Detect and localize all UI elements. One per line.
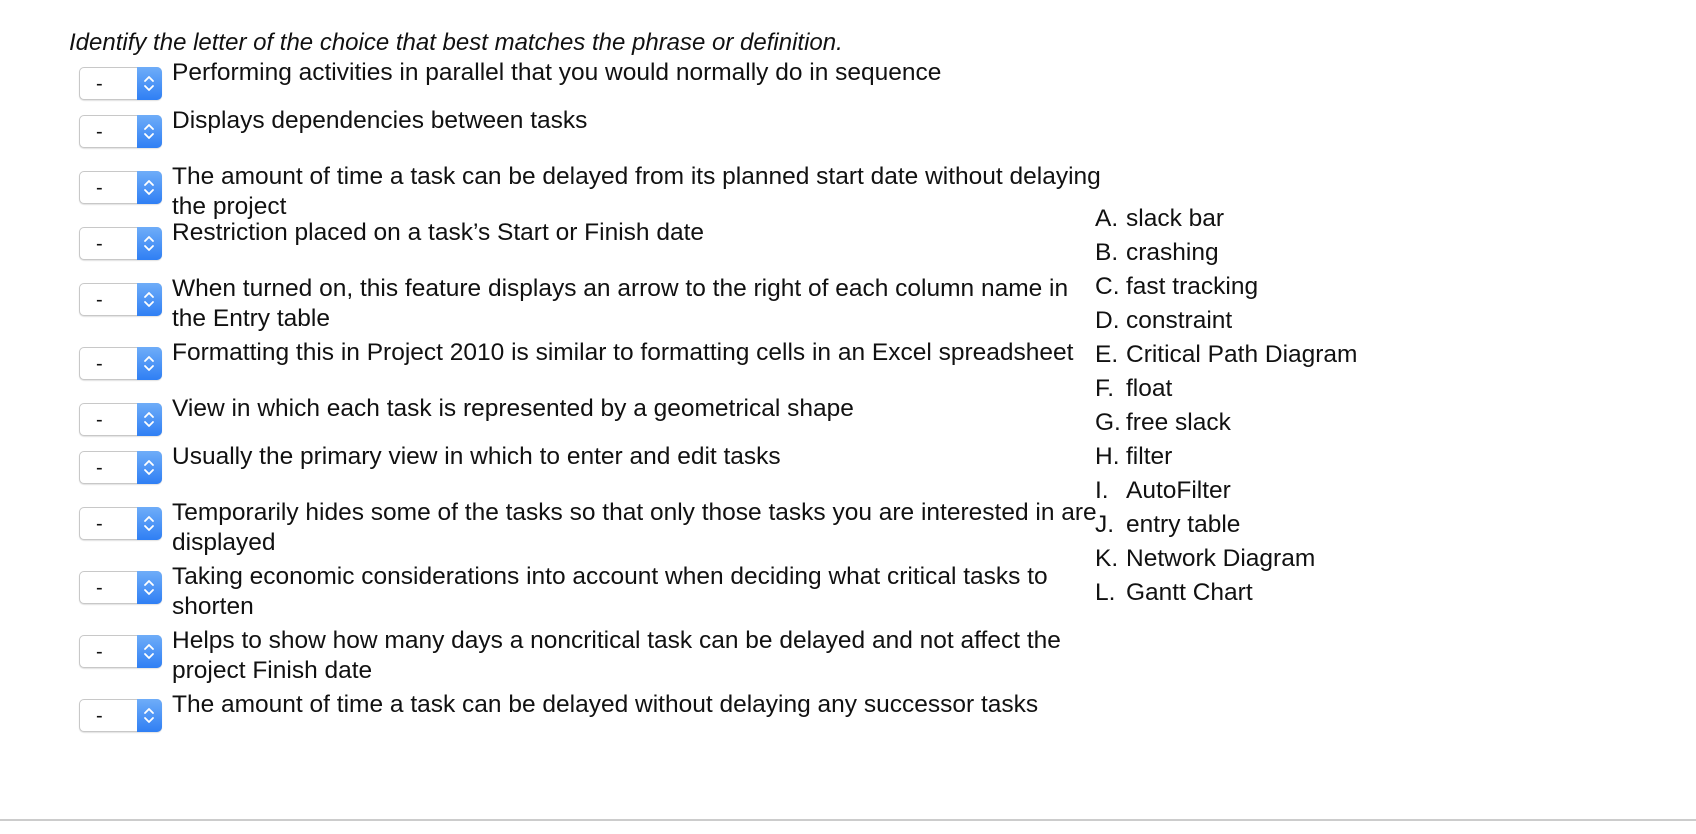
question-text: Performing activities in parallel that y… [172,59,942,86]
chevron-up-down-icon [144,124,154,139]
chevron-up-down-icon [144,516,154,531]
answer-select-value: - [96,457,103,479]
choice-letter: H. [1095,443,1120,470]
choice-item: A. slack bar [1095,202,1357,236]
answer-select[interactable]: - [79,283,162,316]
choice-letter: F. [1095,375,1115,402]
question-text: Restriction placed on a task’s Start or … [172,219,705,246]
choice-letter: L. [1095,579,1116,606]
choice-item: D. constraint [1095,304,1357,338]
question-text: Taking economic considerations into acco… [172,563,1048,620]
question-text: When turned on, this feature displays an… [172,275,1069,332]
stepper-button[interactable] [137,571,162,604]
answer-select-value: - [96,177,103,199]
bottom-divider [0,819,1696,821]
choice-text: slack bar [1126,205,1225,232]
chevron-up-down-icon [144,644,154,659]
question-text: Usually the primary view in which to ent… [172,443,781,470]
choice-letter: G. [1095,409,1121,436]
choice-list: A. slack bar B. crashing C. fast tracking D. co… [1095,202,1357,610]
choice-item: I. AutoFilter [1095,474,1357,508]
choice-text: Critical Path Diagram [1126,341,1358,368]
stepper-button[interactable] [137,171,162,204]
answer-select[interactable]: - [79,635,162,668]
chevron-up-down-icon [144,236,154,251]
instructions-text: Identify the letter of the choice that b… [69,29,843,56]
chevron-up-down-icon [144,580,154,595]
answer-select-value: - [96,121,103,143]
choice-item: G. free slack [1095,406,1357,440]
question-text: Displays dependencies between tasks [172,107,588,134]
chevron-up-down-icon [144,180,154,195]
stepper-button[interactable] [137,67,162,100]
answer-select-value: - [96,641,103,663]
choice-item: E. Critical Path Diagram [1095,338,1357,372]
stepper-button[interactable] [137,403,162,436]
chevron-up-down-icon [144,460,154,475]
question-text: Helps to show how many days a noncritica… [172,627,1061,684]
question-text: The amount of time a task can be delayed… [172,163,1101,220]
choice-item: L. Gantt Chart [1095,576,1357,610]
chevron-up-down-icon [144,708,154,723]
answer-select-value: - [96,353,103,375]
choice-text: entry table [1126,511,1241,538]
chevron-up-down-icon [144,292,154,307]
choice-text: Gantt Chart [1126,579,1253,606]
choice-text: fast tracking [1126,273,1259,300]
stepper-button[interactable] [137,227,162,260]
stepper-button[interactable] [137,347,162,380]
choice-text: crashing [1126,239,1219,266]
answer-select-value: - [96,73,103,95]
choice-letter: K. [1095,545,1119,572]
choice-letter: E. [1095,341,1119,368]
stepper-button[interactable] [137,635,162,668]
choice-text: constraint [1126,307,1233,334]
question-text: The amount of time a task can be delayed… [172,691,1039,718]
stepper-button[interactable] [137,115,162,148]
answer-select[interactable]: - [79,451,162,484]
choice-letter: C. [1095,273,1120,300]
question-text: View in which each task is represented b… [172,395,854,422]
question-text: Formatting this in Project 2010 is simil… [172,339,1074,366]
answer-select[interactable]: - [79,347,162,380]
answer-select[interactable]: - [79,699,162,732]
answer-select-value: - [96,513,103,535]
answer-select[interactable]: - [79,571,162,604]
question-text: Temporarily hides some of the tasks so t… [172,499,1097,556]
stepper-button[interactable] [137,451,162,484]
answer-select[interactable]: - [79,507,162,540]
chevron-up-down-icon [144,412,154,427]
choice-item: C. fast tracking [1095,270,1357,304]
answer-select[interactable]: - [79,171,162,204]
choice-text: Network Diagram [1126,545,1316,572]
choice-item: H. filter [1095,440,1357,474]
choice-item: B. crashing [1095,236,1357,270]
choice-letter: D. [1095,307,1120,334]
answer-select-value: - [96,233,103,255]
answer-select-value: - [96,409,103,431]
choice-letter: B. [1095,239,1119,266]
answer-select-value: - [96,577,103,599]
chevron-up-down-icon [144,76,154,91]
choice-text: AutoFilter [1126,477,1231,504]
stepper-button[interactable] [137,507,162,540]
choice-text: float [1126,375,1173,402]
answer-select[interactable]: - [79,67,162,100]
choice-letter: I. [1095,477,1109,504]
answer-select-value: - [96,705,103,727]
answer-select[interactable]: - [79,403,162,436]
choice-item: J. entry table [1095,508,1357,542]
stepper-button[interactable] [137,283,162,316]
choice-letter: J. [1095,511,1115,538]
choice-letter: A. [1095,205,1119,232]
choice-text: free slack [1126,409,1231,436]
stepper-button[interactable] [137,699,162,732]
choice-item: F. float [1095,372,1357,406]
chevron-up-down-icon [144,356,154,371]
choice-item: K. Network Diagram [1095,542,1357,576]
choice-text: filter [1126,443,1173,470]
answer-select-value: - [96,289,103,311]
answer-select[interactable]: - [79,115,162,148]
answer-select[interactable]: - [79,227,162,260]
